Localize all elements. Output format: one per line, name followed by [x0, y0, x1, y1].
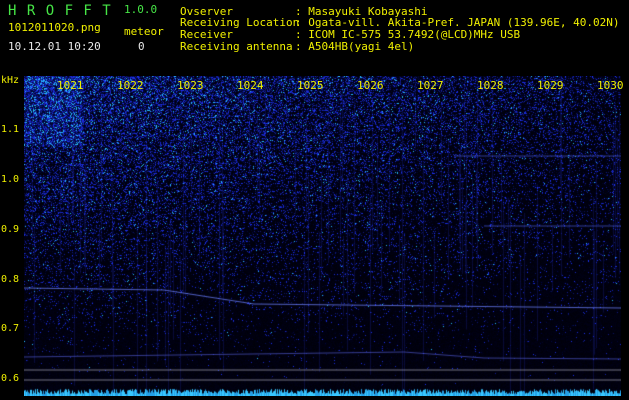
info-label-antenna: Receiving antenna [180, 40, 293, 53]
y-tick-label: 0.8 [1, 274, 20, 285]
info-value-receiver: : ICOM IC-575 53.7492(@LCD)MHz USB [295, 28, 521, 41]
x-tick-label: 1027 [417, 79, 444, 92]
info-label-location: Receiving Location [180, 16, 300, 29]
x-tick-label: 1028 [477, 79, 504, 92]
x-tick-label: 1029 [537, 79, 564, 92]
file-name: 1012011020.png [8, 21, 101, 34]
y-tick-label: 0.6 [1, 373, 20, 384]
info-label-receiver: Receiver [180, 28, 233, 41]
x-tick-label: 1026 [357, 79, 384, 92]
y-tick-label: 1.1 [1, 124, 20, 135]
x-tick-label: 1024 [237, 79, 264, 92]
y-tick-label: 0.7 [1, 323, 20, 334]
spectrogram-waterfall [24, 76, 621, 396]
x-tick-label: 1021 [57, 79, 84, 92]
info-value-location: : Ogata-vill. Akita-Pref. JAPAN (139.96E… [295, 16, 620, 29]
x-tick-label: 1023 [177, 79, 204, 92]
datetime: 10.12.01 10:20 [8, 40, 101, 53]
y-axis-unit: kHz [1, 75, 20, 86]
meteor-label: meteor [124, 25, 164, 38]
x-tick-label: 1025 [297, 79, 324, 92]
meteor-count: 0 [138, 40, 145, 53]
y-tick-label: 0.9 [1, 224, 20, 235]
info-value-antenna: : A504HB(yagi 4el) [295, 40, 415, 53]
hrofft-window: H R O F F T 1.0.0 1012011020.png meteor … [0, 0, 629, 400]
y-tick-label: 1.0 [1, 174, 20, 185]
x-tick-label: 1030 [597, 79, 624, 92]
app-name: H R O F F T [8, 3, 112, 19]
app-version: 1.0.0 [124, 3, 158, 16]
x-tick-label: 1022 [117, 79, 144, 92]
